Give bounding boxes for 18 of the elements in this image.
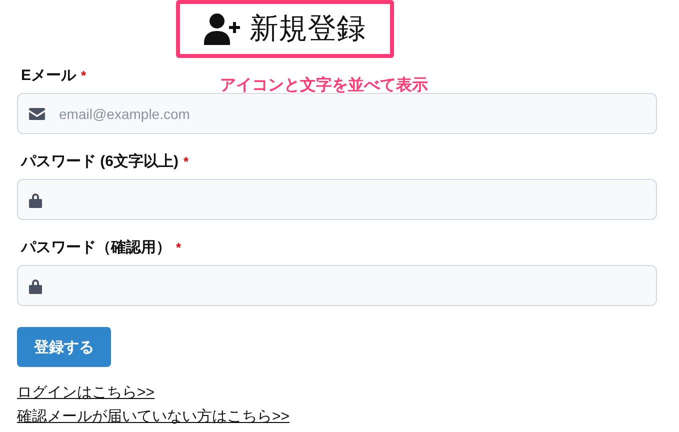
register-button[interactable]: 登録する <box>17 327 111 367</box>
field-label: パスワード（確認用） <box>21 238 171 257</box>
envelope-icon <box>29 108 45 120</box>
field-label: Eメール <box>21 66 76 85</box>
link[interactable]: 確認メールが届いていない方はこちら>> <box>17 405 290 429</box>
password-field[interactable] <box>17 265 657 306</box>
field-label: パスワード (6文字以上) <box>21 152 178 171</box>
add-user-icon <box>204 13 242 45</box>
annotation-text: アイコンと文字を並べて表示 <box>220 75 428 96</box>
required-mark: * <box>176 240 182 255</box>
password-field[interactable] <box>17 179 657 220</box>
required-mark: * <box>81 68 86 83</box>
link[interactable]: ログインはこちら>> <box>17 381 155 405</box>
email-field[interactable]: email@example.com <box>17 93 657 134</box>
lock-icon <box>29 192 42 208</box>
required-mark: * <box>184 154 189 169</box>
lock-icon <box>29 278 42 294</box>
page-title: 新規登録 <box>250 12 366 47</box>
